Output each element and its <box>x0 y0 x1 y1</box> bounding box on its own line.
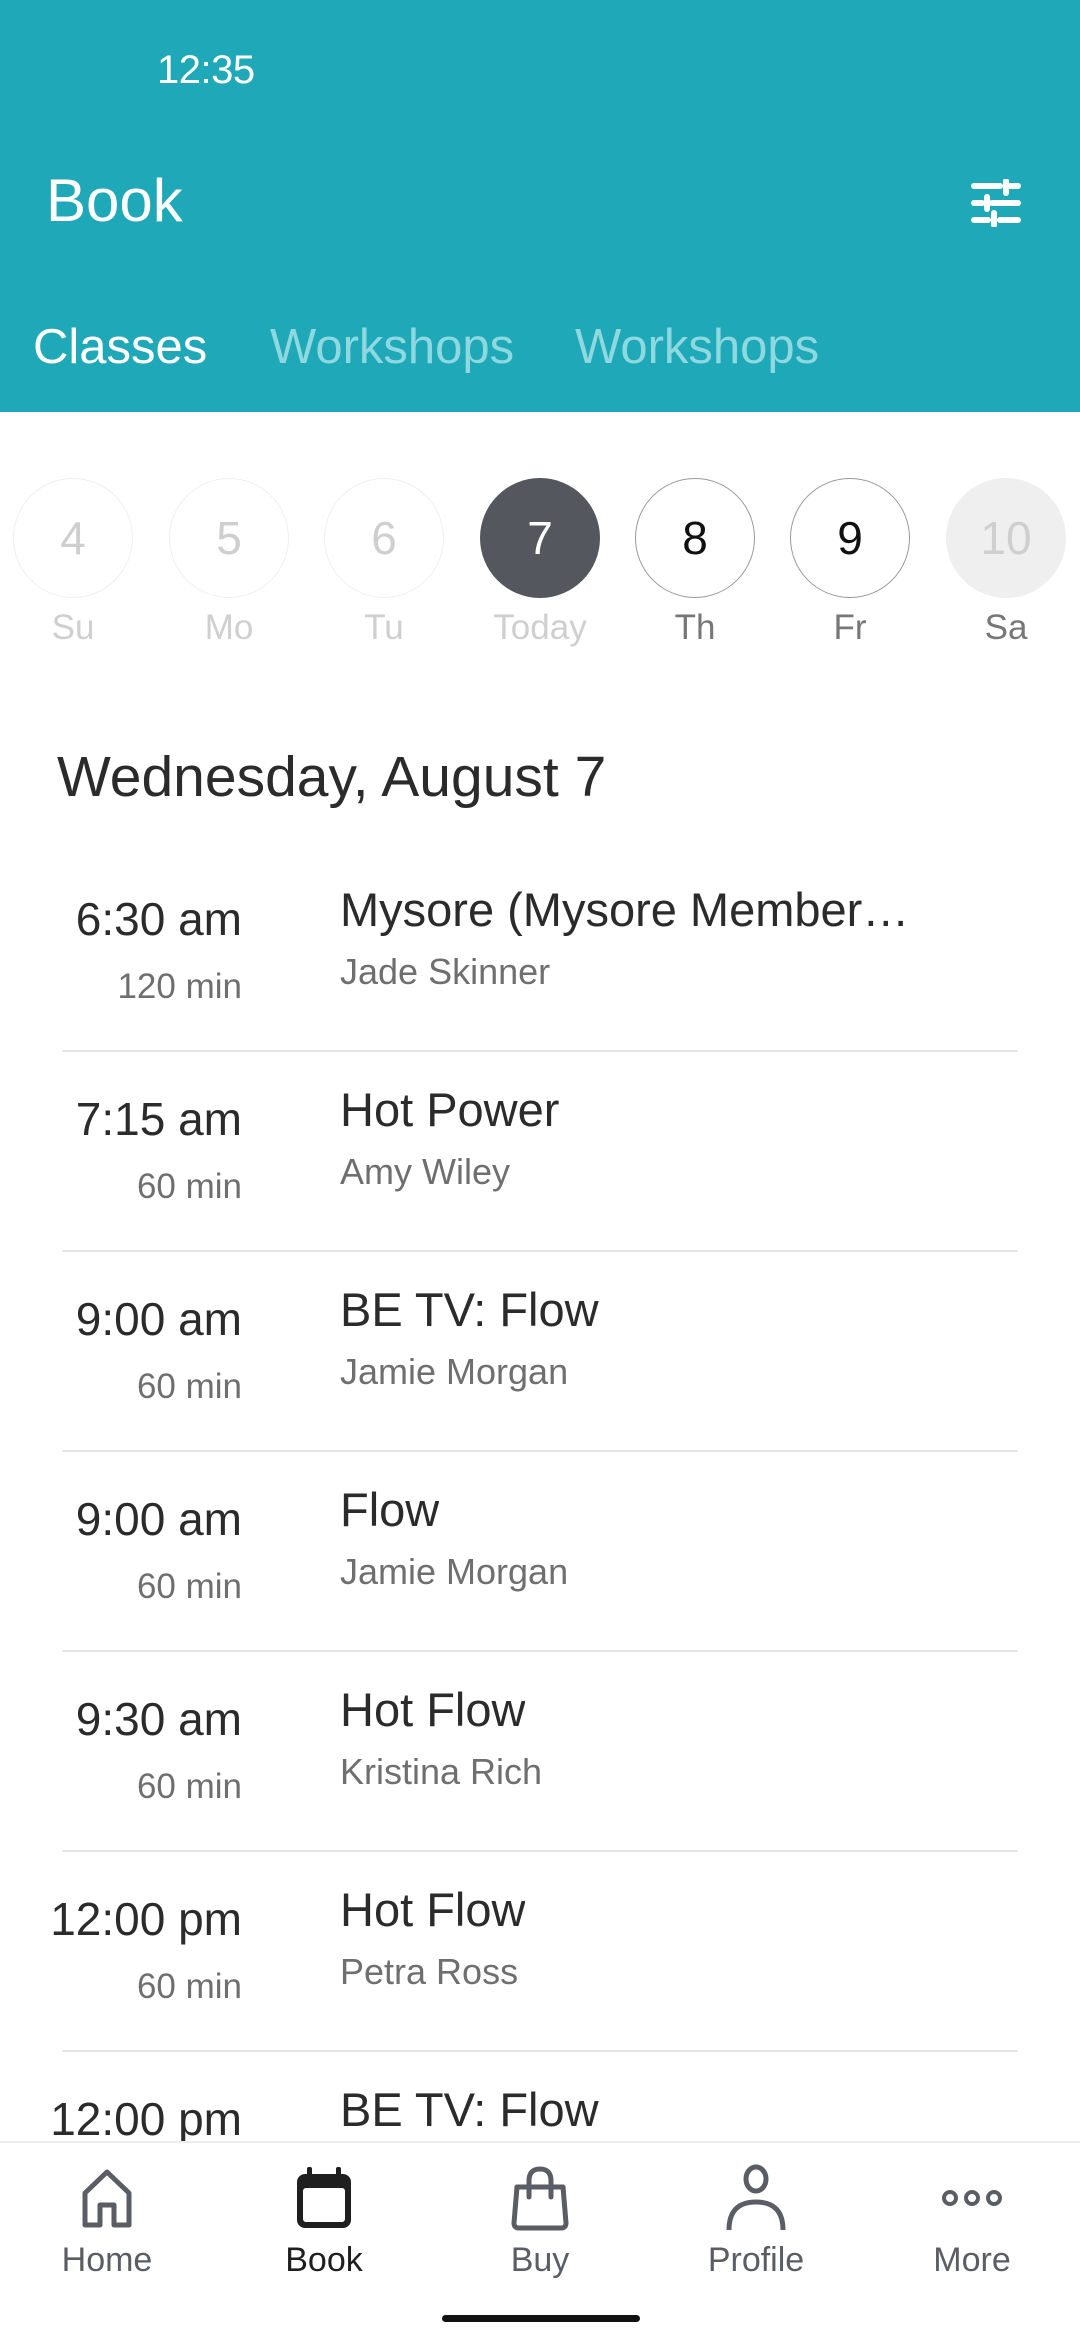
class-name: Hot Power <box>340 1083 560 1136</box>
date-item-thursday[interactable]: 8 Th <box>633 478 757 658</box>
class-instructor: Jamie Morgan <box>340 1551 569 1592</box>
class-instructor: Kristina Rich <box>340 1751 543 1792</box>
filter-sliders-icon <box>971 179 1021 227</box>
date-label: Th <box>674 608 716 647</box>
class-time: 9:30 am <box>75 1693 242 1745</box>
nav-home-label: Home <box>61 2241 153 2279</box>
page-title: Book <box>46 167 183 234</box>
class-list[interactable]: 6:30 am 120 min Mysore (Mysore Member… J… <box>0 852 1080 2142</box>
nav-book[interactable]: Book <box>234 2163 414 2293</box>
class-duration: 60 min <box>136 1767 242 1806</box>
nav-book-label: Book <box>285 2241 363 2279</box>
class-time: 12:00 pm <box>50 2093 242 2142</box>
date-item-tuesday[interactable]: 6 Tu <box>322 478 446 658</box>
class-instructor: Amy Wiley <box>340 1151 510 1192</box>
class-duration: 120 min <box>117 967 242 1006</box>
home-icon <box>82 2169 132 2228</box>
class-name: BE TV: Flow <box>340 1283 599 1336</box>
home-indicator[interactable] <box>442 2315 640 2322</box>
class-name: BE TV: Flow <box>340 2083 599 2136</box>
filter-button[interactable] <box>956 166 1036 240</box>
date-circle: 8 <box>635 478 755 598</box>
class-time: 9:00 am <box>75 1493 242 1545</box>
date-circle: 6 <box>324 478 444 598</box>
class-instructor: Jade Skinner <box>340 951 551 992</box>
date-circle: 9 <box>790 478 910 598</box>
class-duration: 60 min <box>136 1367 242 1406</box>
date-label: Mo <box>204 608 254 647</box>
class-row[interactable]: 6:30 am 120 min Mysore (Mysore Member… J… <box>0 852 1080 1052</box>
date-label: Tu <box>364 608 404 647</box>
person-icon <box>726 2164 786 2231</box>
date-circle: 4 <box>13 478 133 598</box>
nav-more[interactable]: More <box>882 2163 1062 2293</box>
class-row[interactable]: 12:00 pm 60 min Hot Flow Petra Ross <box>0 1852 1080 2052</box>
date-label: Fr <box>833 608 867 647</box>
class-row[interactable]: 9:30 am 60 min Hot Flow Kristina Rich <box>0 1652 1080 1852</box>
nav-profile[interactable]: Profile <box>666 2163 846 2293</box>
class-row[interactable]: 9:00 am 60 min BE TV: Flow Jamie Morgan <box>0 1252 1080 1452</box>
nav-buy-label: Buy <box>510 2241 570 2279</box>
date-label: Su <box>51 608 95 647</box>
class-name: Flow <box>340 1483 440 1536</box>
date-circle: 5 <box>169 478 289 598</box>
date-item-saturday[interactable]: 10 Sa <box>944 478 1068 658</box>
nav-more-label: More <box>933 2241 1011 2279</box>
tab-workshops-2[interactable]: Workshops <box>575 312 819 382</box>
date-strip: 4 Su 5 Mo 6 Tu 7 Today 8 Th 9 Fr 10 Sa <box>0 478 1080 658</box>
class-time: 6:30 am <box>75 893 242 945</box>
class-row[interactable]: 12:00 pm BE TV: Flow <box>0 2052 1080 2142</box>
date-item-today[interactable]: 7 Today <box>478 478 602 658</box>
date-label: Today <box>493 608 587 647</box>
bottom-nav: Home Book Buy Profile More <box>0 2141 1080 2340</box>
calendar-icon <box>297 2167 351 2228</box>
class-time: 9:00 am <box>75 1293 242 1345</box>
date-label: Sa <box>984 608 1028 647</box>
class-duration: 60 min <box>136 1567 242 1606</box>
date-item-friday[interactable]: 9 Fr <box>788 478 912 658</box>
app-header: 12:35 Book Classes Workshops Workshops <box>0 0 1080 412</box>
class-name: Hot Flow <box>340 1683 526 1736</box>
class-instructor: Petra Ross <box>340 1951 519 1992</box>
status-bar-time: 12:35 <box>157 48 255 92</box>
nav-buy[interactable]: Buy <box>450 2163 630 2293</box>
class-row[interactable]: 7:15 am 60 min Hot Power Amy Wiley <box>0 1052 1080 1252</box>
date-circle: 10 <box>946 478 1066 598</box>
more-dots-icon <box>942 2190 1002 2206</box>
date-item-sunday[interactable]: 4 Su <box>11 478 135 658</box>
date-circle: 7 <box>480 478 600 598</box>
class-name: Hot Flow <box>340 1883 526 1936</box>
shopping-bag-icon <box>511 2166 569 2231</box>
tab-bar: Classes Workshops Workshops <box>0 312 1080 382</box>
tab-classes[interactable]: Classes <box>33 312 207 382</box>
class-row[interactable]: 9:00 am 60 min Flow Jamie Morgan <box>0 1452 1080 1652</box>
class-duration: 60 min <box>136 1967 242 2006</box>
class-instructor: Jamie Morgan <box>340 1351 569 1392</box>
class-duration: 60 min <box>136 1167 242 1206</box>
class-time: 12:00 pm <box>50 1893 242 1945</box>
nav-profile-label: Profile <box>707 2241 805 2279</box>
tab-workshops[interactable]: Workshops <box>270 312 514 382</box>
day-heading: Wednesday, August 7 <box>57 745 607 809</box>
date-item-monday[interactable]: 5 Mo <box>167 478 291 658</box>
nav-home[interactable]: Home <box>17 2163 197 2293</box>
class-name: Mysore (Mysore Member… <box>340 883 910 936</box>
class-time: 7:15 am <box>75 1093 242 1145</box>
